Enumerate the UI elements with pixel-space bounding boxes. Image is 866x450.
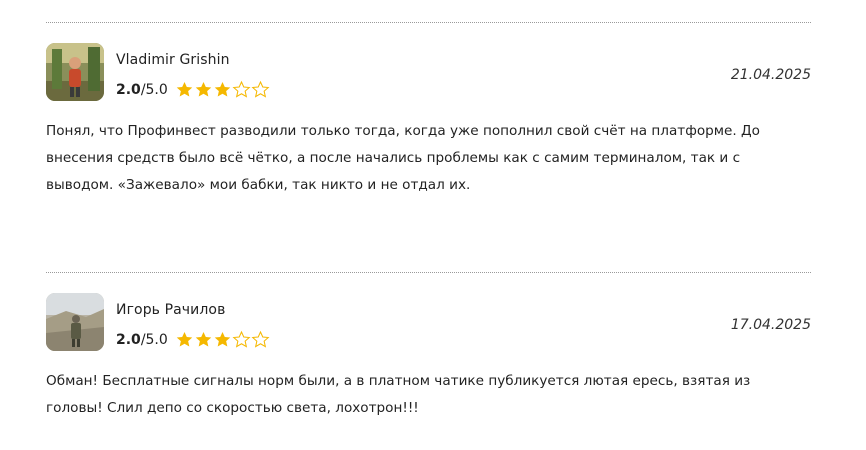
star-filled-icon <box>214 81 231 97</box>
star-filled-icon <box>195 81 212 97</box>
review-rating: 2.0 /5.0 <box>116 80 270 99</box>
review-date: 21.04.2025 <box>730 67 811 83</box>
review-divider <box>46 272 811 273</box>
review-text: Понял, что Профинвест разводили только т… <box>46 123 760 193</box>
star-rating <box>175 330 270 349</box>
review-divider <box>46 22 811 23</box>
avatar[interactable] <box>46 43 104 101</box>
star-filled-icon <box>195 331 212 347</box>
rating-scale: /5.0 <box>140 331 168 348</box>
star-empty-icon <box>251 80 270 98</box>
star-filled-icon <box>176 81 193 97</box>
review-date: 17.04.2025 <box>730 317 811 333</box>
review-author: Игорь Рачилов <box>116 302 226 318</box>
review-text: Обман! Бесплатные сигналы норм были, а в… <box>46 373 751 416</box>
star-empty-icon <box>232 330 251 348</box>
star-empty-icon <box>251 330 270 348</box>
review-author: Vladimir Grishin <box>116 52 230 68</box>
rating-scale: /5.0 <box>140 81 168 98</box>
star-empty-icon <box>232 80 251 98</box>
rating-score: 2.0 <box>116 81 141 98</box>
star-filled-icon <box>176 331 193 347</box>
rating-score: 2.0 <box>116 331 141 348</box>
review-rating: 2.0 /5.0 <box>116 330 270 349</box>
avatar[interactable] <box>46 293 104 351</box>
star-rating <box>175 80 270 99</box>
star-filled-icon <box>214 331 231 347</box>
